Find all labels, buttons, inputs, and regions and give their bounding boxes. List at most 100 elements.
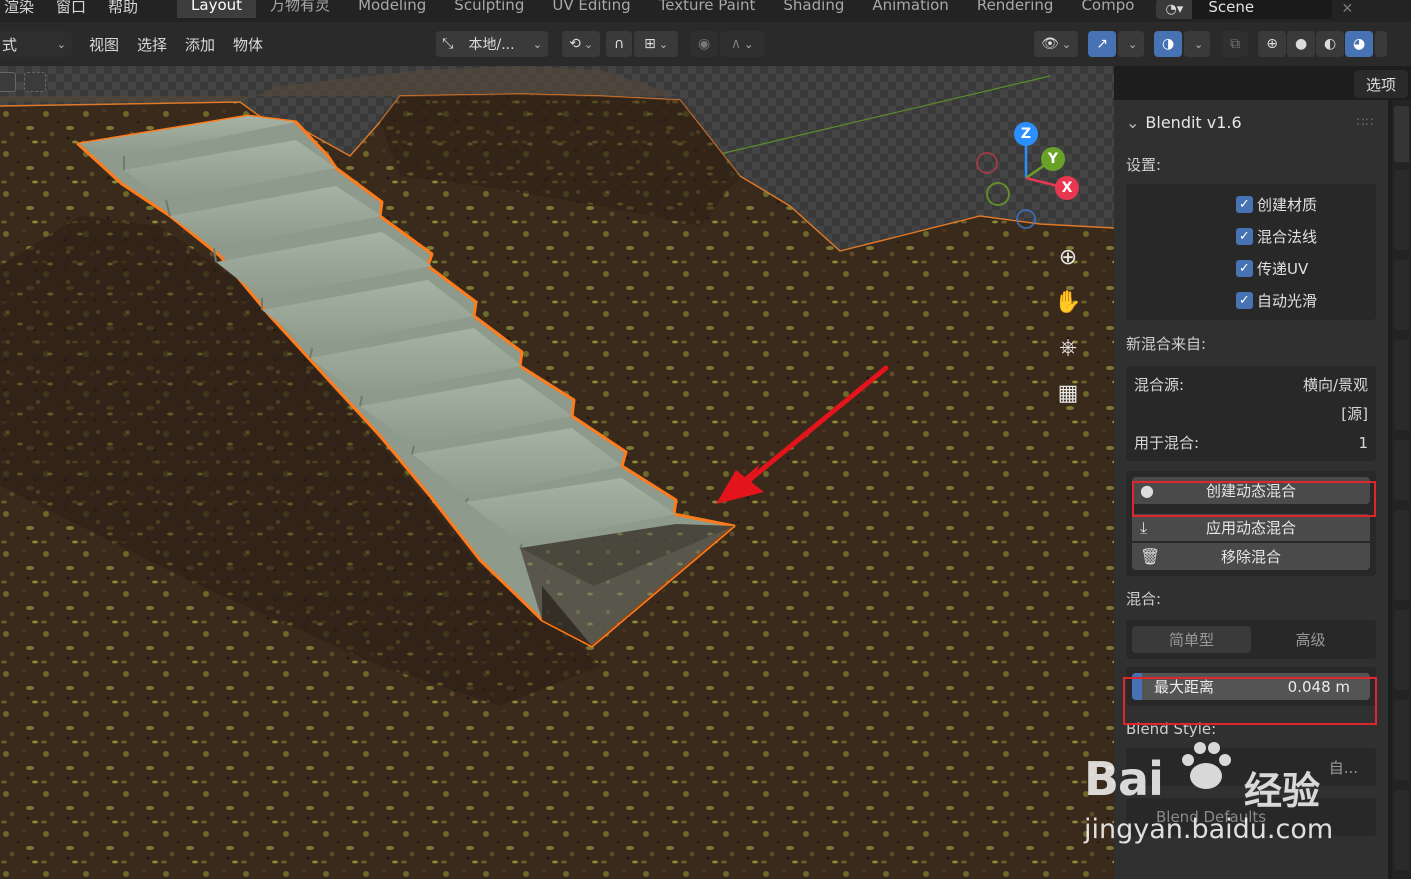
tab-compositing[interactable]: Compo [1067,0,1148,18]
mode-dropdown[interactable]: 式 ⌄ [0,31,72,57]
check-icon[interactable]: ✓ [1236,227,1253,245]
menu-add[interactable]: 添加 [176,34,224,55]
shading-rendered-button[interactable]: ◕ [1345,31,1374,57]
chevron-down-icon: ⌄ [744,37,754,51]
sidebar-tab[interactable] [1394,340,1409,430]
overlays-icon: ◑ [1161,36,1175,52]
gizmo-axis-x[interactable]: X [1055,176,1079,200]
sidebar-tab[interactable] [1394,106,1409,162]
gizmo-icon: ↗ [1096,36,1108,52]
checkbox-blend-normals[interactable]: ✓ 混合法线 [1126,220,1376,252]
chevron-down-icon: ⌄ [1061,37,1072,51]
sidebar-tab[interactable] [1394,790,1409,870]
tab-shading[interactable]: Shading [769,0,858,18]
highlight-create-dynamic [1132,481,1376,517]
overlays-dropdown[interactable]: ⌄ [1184,31,1211,57]
used-for-blend-value: 1 [1358,433,1368,452]
panel-header[interactable]: ⌄ Blendit v1.6 ∷∷ [1114,100,1388,144]
perspective-grid-icon[interactable]: ▦ [1052,378,1084,408]
snap-target-dropdown[interactable]: ⊞ ⌄ [634,31,679,57]
gizmo-axis-z[interactable]: Z [1014,122,1038,146]
scene-selector[interactable]: ◔▾ Scene ✕ [1156,0,1362,20]
checkbox-transfer-uv[interactable]: ✓ 传递UV [1126,252,1376,284]
menu-render[interactable]: 渲染 [0,0,45,17]
3d-viewport[interactable]: Z Y X ⊕ ✋ ⎈ ▦ [0,66,1114,879]
shading-wireframe-button[interactable]: ⊕ [1258,31,1287,57]
check-icon[interactable]: ✓ [1236,195,1253,213]
tab-layout[interactable]: Layout [177,0,257,18]
zoom-icon[interactable]: ⊕ [1052,242,1084,272]
transform-orientation-dropdown[interactable]: ⤡ 本地/... ⌄ [436,31,549,57]
rendered-sphere-icon: ◕ [1352,36,1366,52]
menu-help[interactable]: 帮助 [97,0,149,17]
gizmo-axis-y[interactable]: Y [1041,147,1065,171]
menu-window[interactable]: 窗口 [45,0,97,17]
falloff-curve-icon: ∧ [730,36,742,52]
sidebar-tab[interactable] [1394,440,1409,500]
object-mode-icon[interactable] [0,72,16,92]
chevron-down-icon: ⌄ [56,37,66,51]
chevron-down-icon[interactable]: ⌄ [1126,113,1139,132]
snap-toggle[interactable]: ∩ [606,31,633,57]
proportional-edit-icon: ◉ [697,36,711,52]
sidebar-tab[interactable] [1394,700,1409,780]
pan-hand-icon[interactable]: ✋ [1052,287,1084,317]
check-icon[interactable]: ✓ [1236,259,1253,277]
checkbox-label: 自动光滑 [1257,291,1318,310]
xray-toggle[interactable]: ⧉ [1222,31,1249,57]
check-icon[interactable]: ✓ [1236,291,1253,309]
menu-object[interactable]: 物体 [224,34,272,55]
shading-dropdown[interactable] [1375,31,1388,57]
blend-defaults-box[interactable]: Blend Defaults [1126,798,1376,836]
proportional-falloff-dropdown[interactable]: ∧ ⌄ [720,31,765,57]
tab-rendering[interactable]: Rendering [963,0,1068,18]
checkbox-auto-smooth[interactable]: ✓ 自动光滑 [1126,284,1376,316]
overlays-toggle[interactable]: ◑ [1154,31,1183,57]
mode-simple[interactable]: 简单型 [1132,626,1251,653]
pin-icon[interactable]: ✕ [1332,1,1362,17]
scene-icon[interactable]: ◔▾ [1156,0,1193,19]
tab-sculpting[interactable]: Sculpting [440,0,538,18]
blend-style-option[interactable]: 自... [1329,757,1358,778]
scene-name[interactable]: Scene [1192,0,1333,19]
download-icon: ⤓ [1140,517,1148,537]
shading-material-button[interactable]: ◐ [1316,31,1345,57]
mode-advanced[interactable]: 高级 [1251,626,1370,653]
drag-handle-icon[interactable]: ∷∷ [1357,115,1374,129]
tab-animation[interactable]: Animation [858,0,962,18]
menu-select[interactable]: 选择 [128,34,176,55]
sidebar-tab[interactable] [1394,510,1409,600]
blend-style-box[interactable]: 自... [1126,748,1376,786]
pivot-point-dropdown[interactable]: ⟲ ⌄ [562,31,601,57]
button-label: 移除混合 [1220,548,1281,566]
used-for-blend-row: 用于混合: 1 [1126,428,1376,457]
checkbox-label: 混合法线 [1257,227,1318,246]
sidebar-tab[interactable] [1394,170,1409,250]
chevron-down-icon: ⌄ [583,37,594,51]
tab-texture-paint[interactable]: Texture Paint [645,0,770,18]
shading-solid-button[interactable]: ● [1287,31,1316,57]
gizmo-toggle[interactable]: ↗ [1088,31,1117,57]
checkbox-create-material[interactable]: ✓ 创建材质 [1126,188,1376,220]
viewport-header: 式 ⌄ 视图 选择 添加 物体 ⤡ 本地/... ⌄ ⟲ ⌄ ∩ ⊞ ⌄ ◉ ∧ ⌄ … [0,22,1411,66]
camera-icon[interactable]: ⎈ [1052,332,1084,362]
remove-blend-button[interactable]: 🗑 移除混合 [1132,543,1370,570]
sidebar-tab[interactable] [1394,610,1409,690]
options-button[interactable]: 选项 [1354,70,1408,98]
menu-view[interactable]: 视图 [80,34,128,55]
sidebar-tab[interactable] [1394,260,1409,330]
blend-mode-box: 简单型 高级 [1126,620,1376,659]
wireframe-sphere-icon: ⊕ [1266,36,1278,52]
apply-dynamic-blend-button[interactable]: ⤓ 应用动态混合 [1132,514,1370,541]
new-blend-label: 新混合来自: [1126,334,1207,353]
gizmo-dropdown[interactable]: ⌄ [1118,31,1145,57]
panel-title: Blendit v1.6 [1145,112,1242,132]
blend-source-box: 混合源: 横向/景观 [源] 用于混合: 1 [1126,366,1376,461]
select-box-icon[interactable] [24,72,46,92]
tab-wanwu[interactable]: 万物有灵 [256,0,344,18]
tab-uv-editing[interactable]: UV Editing [538,0,644,18]
proportional-edit-toggle[interactable]: ◉ [690,31,719,57]
visibility-dropdown[interactable]: 👁 ⌄ [1034,31,1079,57]
xray-icon: ⧉ [1230,36,1241,52]
tab-modeling[interactable]: Modeling [344,0,440,18]
